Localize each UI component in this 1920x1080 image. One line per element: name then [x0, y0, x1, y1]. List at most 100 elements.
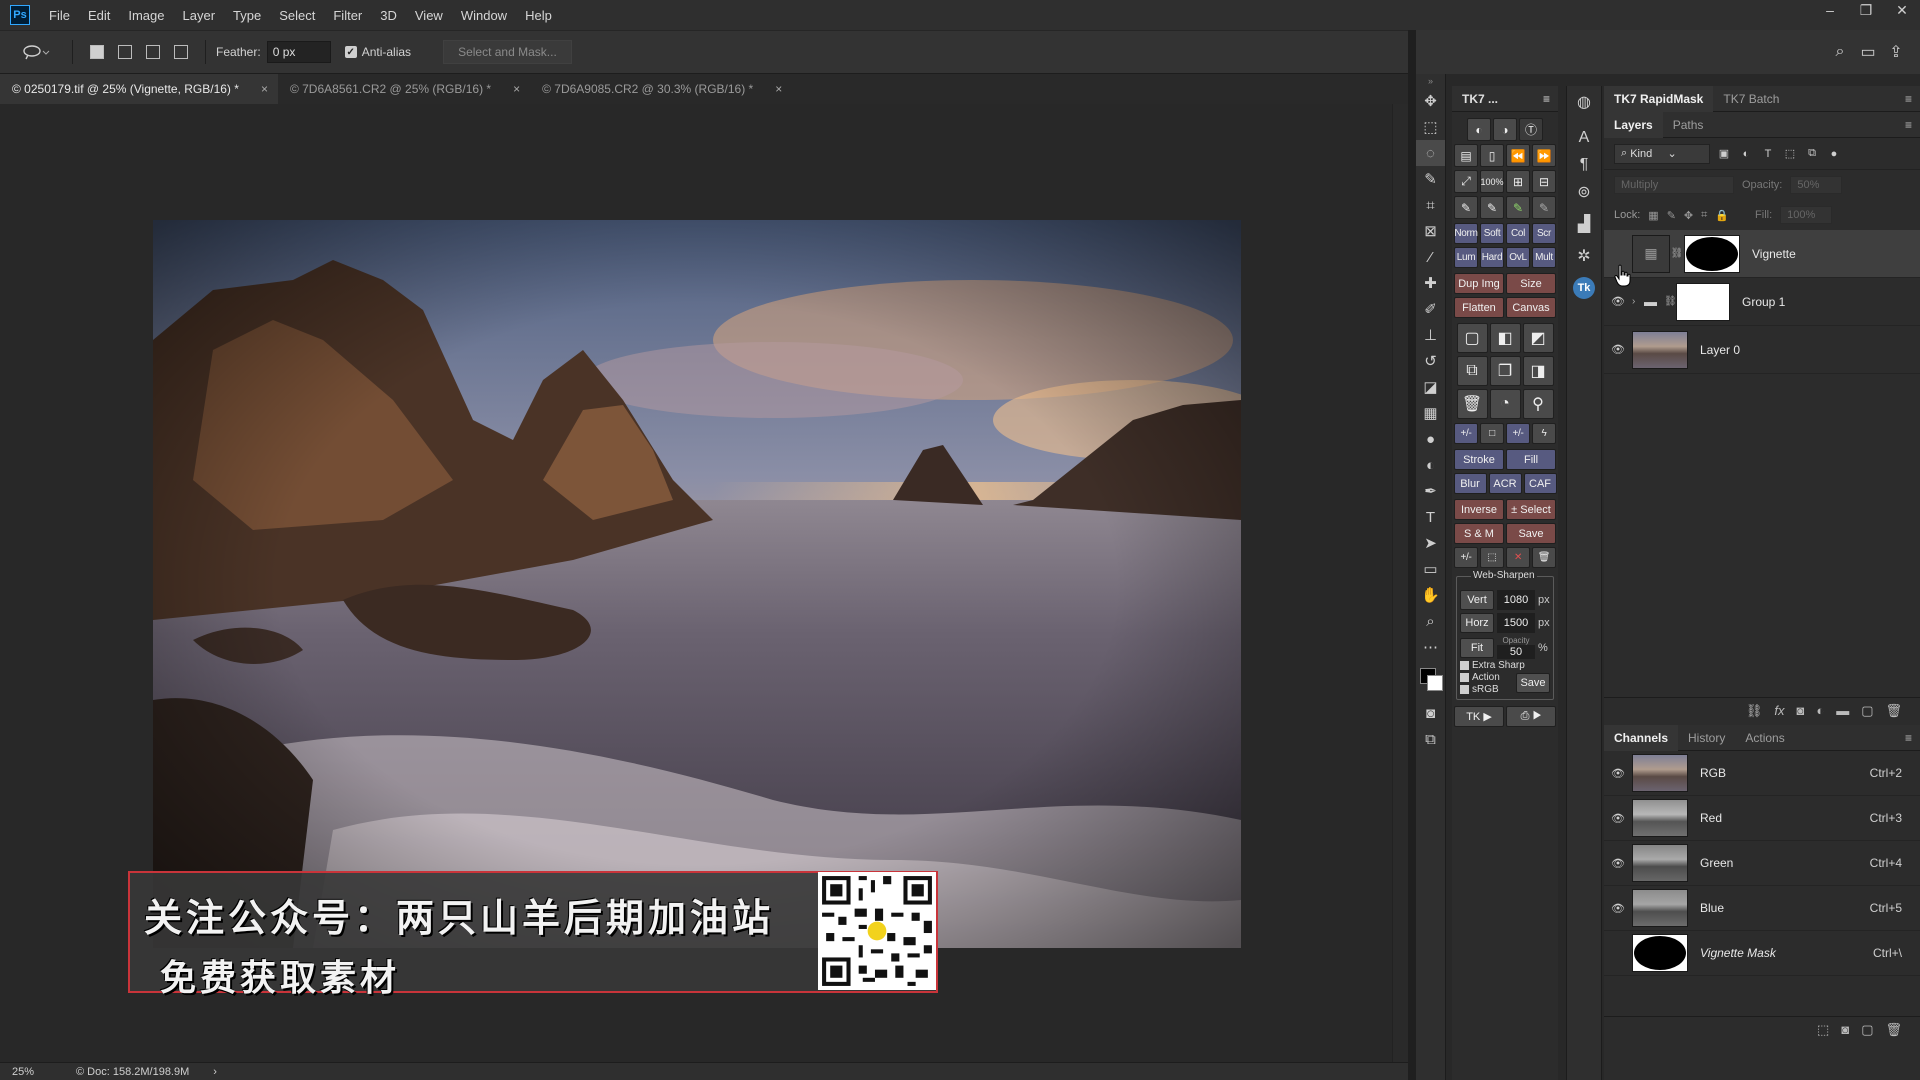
- fx-icon[interactable]: fx: [1774, 703, 1784, 718]
- blend-soft-button[interactable]: Soft: [1480, 223, 1504, 244]
- tab-channels[interactable]: Channels: [1604, 724, 1679, 751]
- size-button[interactable]: Size: [1506, 273, 1556, 294]
- libraries-icon[interactable]: ⊚: [1567, 176, 1601, 208]
- healing-brush-tool-icon[interactable]: ✚: [1416, 270, 1445, 296]
- blend-hard-button[interactable]: Hard: [1480, 247, 1504, 268]
- status-menu-arrow[interactable]: ›: [213, 1066, 217, 1078]
- lock-transparent-icon[interactable]: ▦: [1648, 209, 1658, 222]
- blur-button[interactable]: Blur: [1453, 473, 1487, 494]
- close-button[interactable]: ✕: [1884, 0, 1920, 22]
- eraser-tool-icon[interactable]: ◪: [1416, 374, 1445, 400]
- color-wheel-icon[interactable]: ◍: [1567, 86, 1601, 118]
- layer-mask-icon[interactable]: ◧: [1489, 323, 1521, 353]
- stroke-button[interactable]: Stroke: [1454, 449, 1504, 470]
- new-group-icon[interactable]: ▬: [1836, 703, 1849, 718]
- layer-thumb[interactable]: [1632, 330, 1688, 369]
- fill-button[interactable]: Fill: [1506, 449, 1556, 470]
- blend-mult-button[interactable]: Mult: [1532, 247, 1556, 268]
- pin-icon[interactable]: ⚲: [1522, 389, 1554, 419]
- menu-image[interactable]: Image: [119, 8, 173, 23]
- brush-gray-icon[interactable]: ✎: [1532, 196, 1556, 219]
- path-select-tool-icon[interactable]: ➤: [1416, 530, 1445, 556]
- brush-black-icon[interactable]: ✎: [1454, 196, 1478, 219]
- tab-document-3[interactable]: © 7D6A9085.CR2 @ 30.3% (RGB/16) * ×: [530, 74, 792, 104]
- group-mask-thumb[interactable]: [1676, 282, 1730, 321]
- channel-row-vignette-mask[interactable]: Vignette Mask Ctrl+\: [1604, 931, 1920, 976]
- marquee-tool-icon[interactable]: ⬚: [1416, 114, 1445, 140]
- move-tool-icon[interactable]: ✥: [1416, 88, 1445, 114]
- link-layers-icon[interactable]: ⛓: [1746, 703, 1763, 719]
- vert-input[interactable]: 1080: [1497, 590, 1535, 610]
- inverse-button[interactable]: Inverse: [1454, 499, 1504, 520]
- maximize-button[interactable]: ❐: [1848, 0, 1884, 22]
- new-document-icon[interactable]: ▯: [1480, 144, 1504, 167]
- save-selection-button[interactable]: Save: [1506, 523, 1556, 544]
- layer-row-vignette[interactable]: ▦ ⛓ Vignette: [1604, 230, 1920, 278]
- selection-box-icon[interactable]: ⬚: [1480, 547, 1504, 568]
- layer-row-group-1[interactable]: 👁 › ▬ ⛓ Group 1: [1604, 278, 1920, 326]
- blend-mode-select[interactable]: Multiply: [1614, 176, 1734, 194]
- lasso-tool-preset-icon[interactable]: [22, 43, 50, 61]
- blend-scr-button[interactable]: Scr: [1532, 223, 1556, 244]
- panel-dock-strip[interactable]: [1408, 30, 1416, 1080]
- screen-mode-icon[interactable]: ⧉: [1416, 726, 1445, 752]
- seascape-photo[interactable]: [153, 220, 1241, 948]
- lock-play-button[interactable]: ⎙ ▶: [1506, 706, 1556, 727]
- horz-input[interactable]: 1500: [1497, 613, 1535, 633]
- acr-button[interactable]: ACR: [1488, 473, 1522, 494]
- rewind-icon[interactable]: ⏪: [1506, 144, 1530, 167]
- delete-layer-icon[interactable]: 🗑: [1885, 703, 1902, 719]
- layer-name[interactable]: Group 1: [1742, 295, 1785, 309]
- share-icon[interactable]: ⇪: [1882, 42, 1910, 62]
- tab-document-2[interactable]: © 7D6A8561.CR2 @ 25% (RGB/16) * ×: [278, 74, 530, 104]
- hand-tool-icon[interactable]: ✋: [1416, 582, 1445, 608]
- background-color-swatch[interactable]: [1427, 675, 1443, 691]
- panel-grip-icon[interactable]: »: [1416, 74, 1445, 88]
- zoom-tool-icon[interactable]: ⌕: [1416, 608, 1445, 634]
- adjustment-filter-icon[interactable]: ◐: [1738, 148, 1754, 160]
- plus-minus-icon[interactable]: +/-: [1454, 423, 1478, 444]
- properties-icon[interactable]: ✲: [1567, 240, 1601, 272]
- menu-edit[interactable]: Edit: [79, 8, 119, 23]
- rectangle-tool-icon[interactable]: ▭: [1416, 556, 1445, 582]
- clone-stamp-tool-icon[interactable]: ⊥: [1416, 322, 1445, 348]
- web-sharpen-save-button[interactable]: Save: [1516, 673, 1550, 693]
- new-channel-icon[interactable]: ▢: [1861, 1022, 1873, 1038]
- layer-name[interactable]: Vignette: [1752, 247, 1796, 261]
- plus-minus-link-icon[interactable]: +/-: [1506, 423, 1530, 444]
- eye-icon[interactable]: 👁: [1604, 857, 1632, 870]
- dup-img-button[interactable]: Dup Img: [1454, 273, 1504, 294]
- blend-lum-button[interactable]: Lum: [1454, 247, 1478, 268]
- more-tools-icon[interactable]: ⋯: [1416, 634, 1445, 660]
- quick-select-tool-icon[interactable]: ✎: [1416, 166, 1445, 192]
- canvas-button[interactable]: Canvas: [1506, 297, 1556, 318]
- channel-row-rgb[interactable]: 👁 RGB Ctrl+2: [1604, 751, 1920, 796]
- eyedropper-tool-icon[interactable]: ⁄: [1416, 244, 1445, 270]
- channel-row-red[interactable]: 👁 Red Ctrl+3: [1604, 796, 1920, 841]
- history-brush-tool-icon[interactable]: ↺: [1416, 348, 1445, 374]
- tab-document-1[interactable]: © 0250179.tif @ 25% (Vignette, RGB/16) *…: [0, 74, 278, 104]
- crop-tool-icon[interactable]: ⌗: [1416, 192, 1445, 218]
- menu-help[interactable]: Help: [516, 8, 561, 23]
- tk-plugin-icon[interactable]: Tk: [1567, 272, 1601, 304]
- brush-white-icon[interactable]: ✎: [1480, 196, 1504, 219]
- panel-menu-icon[interactable]: ≡: [1905, 118, 1912, 132]
- menu-layer[interactable]: Layer: [174, 8, 225, 23]
- lock-artboard-icon[interactable]: ⌗: [1701, 209, 1707, 222]
- tab-tk7-batch[interactable]: TK7 Batch: [1713, 86, 1789, 112]
- selection-plus-icon[interactable]: +/-: [1454, 547, 1478, 568]
- horz-button[interactable]: Horz: [1460, 613, 1494, 633]
- fill-input[interactable]: 100%: [1780, 206, 1833, 224]
- menu-view[interactable]: View: [406, 8, 452, 23]
- feather-input[interactable]: 0 px: [266, 41, 331, 63]
- zoom-100-button[interactable]: 100%: [1480, 170, 1504, 193]
- clear-selection-icon[interactable]: ✕: [1506, 547, 1530, 568]
- select-and-mask-button[interactable]: Select and Mask...: [443, 40, 572, 64]
- lock-all-icon[interactable]: 🔒: [1715, 209, 1729, 222]
- chain-link-icon[interactable]: ⛓: [1670, 248, 1684, 259]
- blend-col-button[interactable]: Col: [1506, 223, 1530, 244]
- opacity-input[interactable]: 50: [1497, 645, 1535, 659]
- blend-norm-button[interactable]: Norm: [1454, 223, 1478, 244]
- tab-tk7-rapidmask[interactable]: TK7 RapidMask: [1604, 85, 1714, 112]
- workspace-icon[interactable]: ▭: [1854, 42, 1882, 62]
